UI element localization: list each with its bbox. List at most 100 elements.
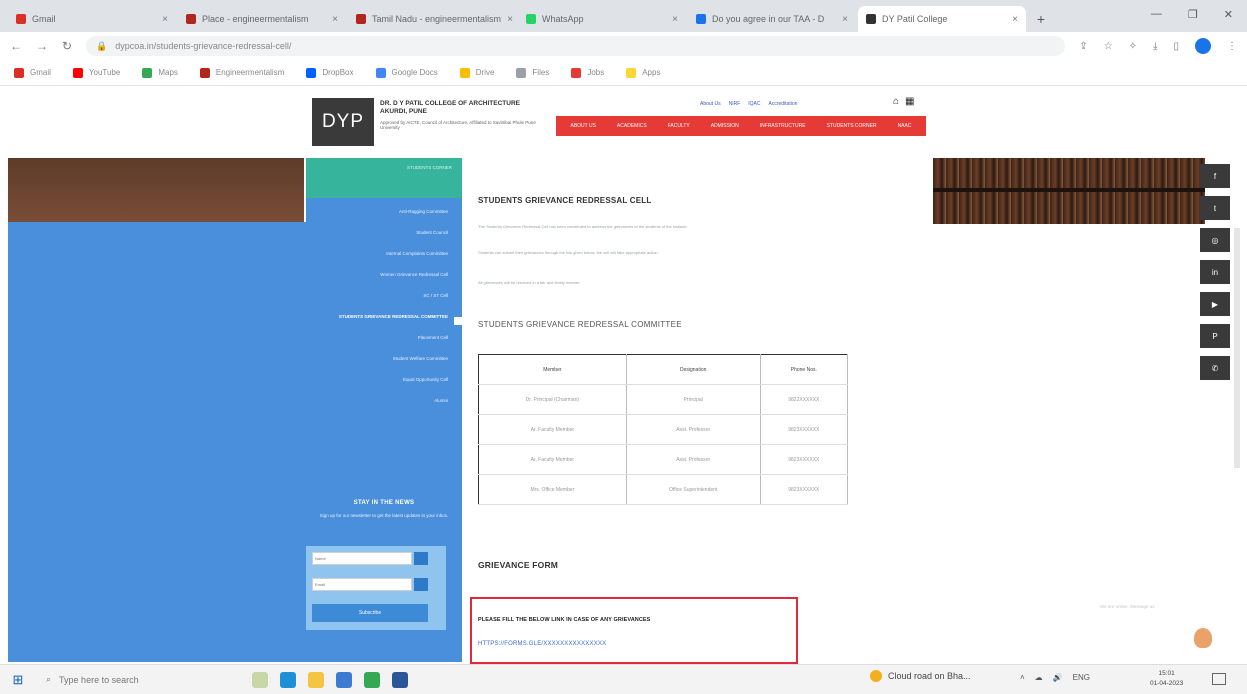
sidebar-item[interactable]: Placement Cell [306, 334, 456, 341]
whatsapp-icon[interactable]: ✆ [1200, 356, 1230, 380]
instagram-icon[interactable]: ◎ [1200, 228, 1230, 252]
browser-tab-active[interactable]: DY Patil College × [858, 6, 1026, 32]
close-icon[interactable]: × [842, 14, 848, 25]
weather-widget[interactable]: Cloud road on Bha... [870, 670, 971, 682]
close-icon[interactable]: × [162, 14, 168, 25]
url-input[interactable]: 🔒 dypcoa.in/students-grievance-redressal… [86, 36, 1066, 56]
edge-icon[interactable] [280, 671, 296, 688]
sidebar-item[interactable]: Student Council [306, 229, 456, 236]
tab-favicon-icon [696, 14, 706, 24]
newsletter-form: Subscribe [306, 546, 446, 630]
sidebar-menu: Anti-Ragging Committee Student Council I… [306, 208, 462, 418]
top-link[interactable]: IQAC [748, 101, 760, 107]
sidebar-item[interactable]: SC / ST Cell [306, 292, 456, 299]
top-link[interactable]: Accreditation [768, 101, 797, 107]
new-tab-button[interactable]: + [1028, 6, 1054, 32]
bookmark-item[interactable]: Maps [142, 67, 178, 78]
highlight-box [470, 597, 798, 664]
column-header: Designation [626, 354, 761, 385]
taskbar: ⊞ ⌕ Type here to search Cloud road on Bh… [0, 664, 1247, 694]
scrollbar[interactable] [1234, 228, 1240, 468]
profile-avatar[interactable] [1195, 38, 1211, 54]
sidebar-item[interactable]: Alumni [306, 397, 456, 404]
store-icon[interactable] [336, 671, 352, 688]
sidepanel-icon[interactable]: ▯ [1173, 41, 1179, 52]
word-icon[interactable] [392, 671, 408, 688]
file-explorer-icon[interactable] [308, 671, 324, 688]
language-indicator[interactable]: ENG [1073, 673, 1090, 682]
sitemap-icon[interactable]: ▦ [905, 96, 914, 107]
menu-item[interactable]: STUDENTS CORNER [827, 123, 877, 129]
taskbar-search[interactable]: ⌕ Type here to search [36, 668, 196, 692]
bookmark-item[interactable]: Files [516, 67, 549, 78]
windows-start-icon[interactable]: ⊞ [0, 665, 36, 694]
search-icon: ⌕ [46, 674, 52, 684]
facebook-icon[interactable]: f [1200, 164, 1230, 188]
network-icon[interactable]: ☁ [1035, 673, 1043, 682]
newsletter-email-input[interactable] [312, 578, 412, 591]
sidebar-item-active[interactable]: STUDENTS GRIEVANCE REDRESSAL COMMITTEE [306, 313, 462, 325]
top-link[interactable]: About Us [700, 101, 721, 107]
menu-item[interactable]: INFRASTRUCTURE [760, 123, 806, 129]
download-icon[interactable]: ⤓ [1153, 41, 1157, 52]
browser-tab[interactable]: Place - engineermentalism × [178, 6, 346, 32]
menu-item[interactable]: FACULTY [668, 123, 690, 129]
browser-tab[interactable]: WhatsApp × [518, 6, 686, 32]
close-window-icon[interactable]: ✕ [1224, 8, 1233, 21]
bookmark-item[interactable]: Gmail [14, 67, 51, 78]
maximize-icon[interactable]: ❐ [1188, 8, 1198, 21]
menu-item[interactable]: NAAC [898, 123, 912, 129]
extensions-icon[interactable]: ✧ [1129, 41, 1137, 52]
close-icon[interactable]: × [672, 14, 678, 25]
subscribe-button[interactable]: Subscribe [312, 604, 428, 622]
chrome-icon[interactable] [364, 671, 380, 688]
browser-tab[interactable]: Tamil Nadu - engineermentalism × [348, 6, 516, 32]
sidebar-item[interactable]: Equal Opportunity Cell [306, 376, 456, 383]
pinterest-icon[interactable]: P [1200, 324, 1230, 348]
home-icon[interactable]: ⌂ [893, 96, 899, 107]
menu-kebab-icon[interactable]: ⋮ [1227, 41, 1237, 52]
menu-item[interactable]: ABOUT US [570, 123, 595, 129]
clock[interactable]: 15:01 01-04-2023 [1150, 669, 1183, 689]
bookmark-item[interactable]: Apps [626, 67, 660, 78]
sidebar-item[interactable]: Anti-Ragging Committee [306, 208, 456, 215]
close-icon[interactable]: × [507, 14, 513, 25]
window-controls: — ❐ ✕ [1151, 8, 1233, 21]
grievance-form-link[interactable]: HTTPS://FORMS.GLE/XXXXXXXXXXXXXXX [478, 641, 606, 647]
sidebar-item[interactable]: Internal Complaints Committee [306, 250, 456, 257]
forward-icon[interactable]: → [36, 39, 48, 53]
share-icon[interactable]: ⇪ [1079, 41, 1087, 52]
close-icon[interactable]: × [1012, 14, 1018, 25]
browser-tab[interactable]: Gmail × [8, 6, 176, 32]
minimize-icon[interactable]: — [1151, 8, 1162, 21]
task-view-icon[interactable] [252, 671, 268, 688]
bookmark-item[interactable]: DropBox [306, 67, 354, 78]
bookmark-star-icon[interactable]: ☆ [1104, 41, 1113, 52]
chevron-up-icon[interactable]: ˄ [1020, 673, 1025, 682]
top-link[interactable]: NIRF [729, 101, 741, 107]
bookmark-item[interactable]: Engineermentalism [199, 67, 284, 78]
bookmark-item[interactable]: Drive [459, 67, 494, 78]
chat-avatar[interactable] [1194, 628, 1212, 648]
bookmark-item[interactable]: YouTube [72, 67, 120, 78]
site-logo[interactable]: DYP [312, 98, 374, 146]
reload-icon[interactable]: ↻ [62, 39, 72, 53]
newsletter-name-input[interactable] [312, 552, 412, 565]
linkedin-icon[interactable]: in [1200, 260, 1230, 284]
site-header: DYP DR. D Y PATIL COLLEGE OF ARCHITECTUR… [0, 86, 1247, 158]
newsletter-description: Sign up for our newsletter to get the la… [319, 513, 449, 518]
bookmark-item[interactable]: Jobs [571, 67, 604, 78]
twitter-icon[interactable]: t [1200, 196, 1230, 220]
notifications-icon[interactable] [1212, 673, 1226, 685]
youtube-icon[interactable]: ▶ [1200, 292, 1230, 316]
sidebar-item[interactable]: Women Grievance Redressal Cell [306, 271, 456, 278]
sidebar-item[interactable]: Student Welfare Committee [306, 355, 456, 362]
close-icon[interactable]: × [332, 14, 338, 25]
volume-icon[interactable]: 🔊 [1053, 673, 1063, 682]
back-icon[interactable]: ← [10, 39, 22, 53]
table-cell: 9823XXXXXX [760, 414, 849, 445]
bookmark-item[interactable]: Google Docs [375, 67, 438, 78]
menu-item[interactable]: ADMISSION [711, 123, 739, 129]
menu-item[interactable]: ACADEMICS [617, 123, 647, 129]
browser-tab[interactable]: Do you agree in our TAA - D × [688, 6, 856, 32]
